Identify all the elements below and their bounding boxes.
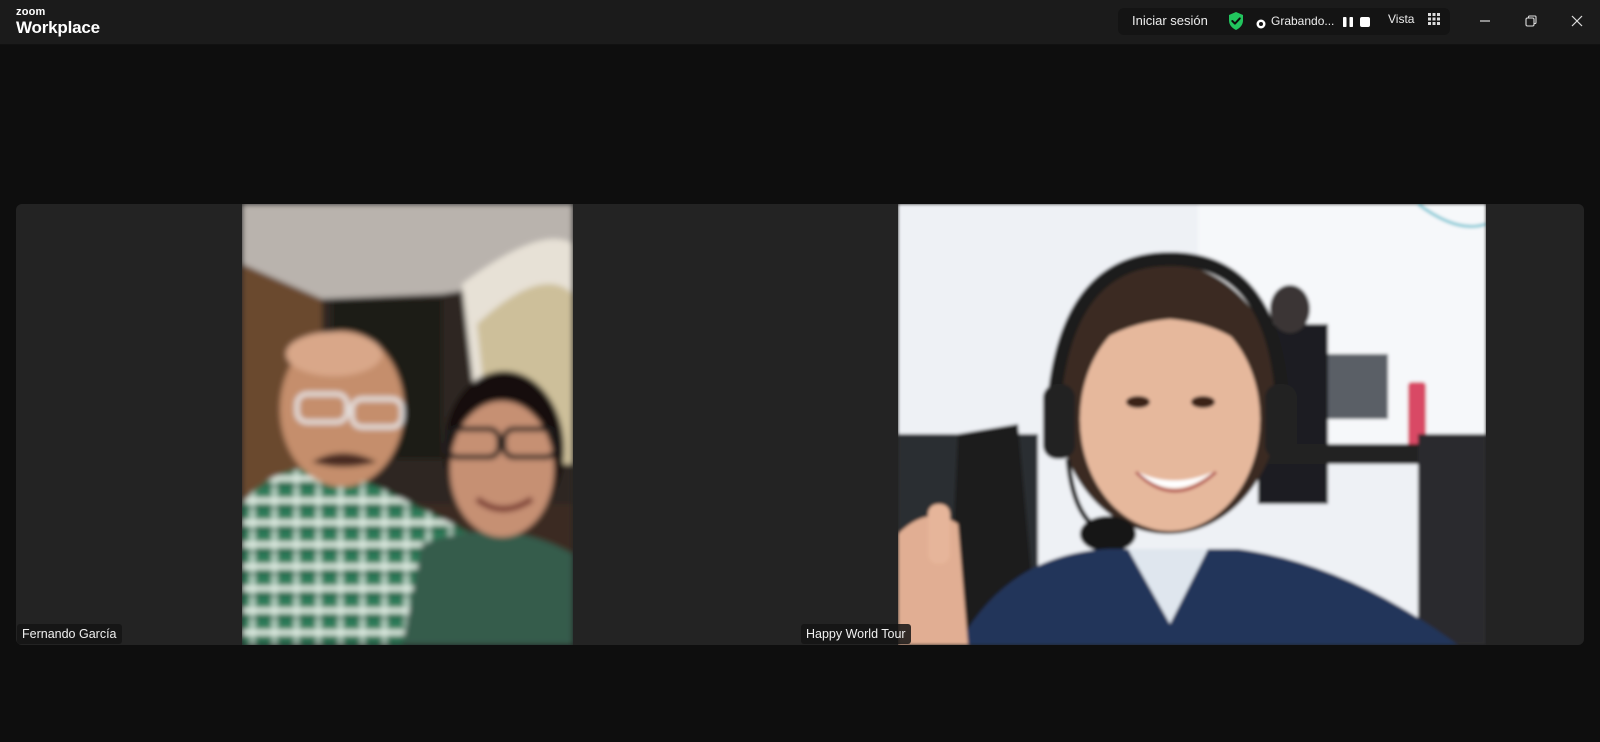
close-icon xyxy=(1571,15,1583,27)
stop-icon xyxy=(1360,17,1370,27)
participant-video-fernando[interactable] xyxy=(242,204,573,645)
minimize-icon xyxy=(1480,20,1490,22)
zoom-workplace-logo: zoom Workplace xyxy=(16,6,100,37)
close-window-button[interactable] xyxy=(1565,10,1589,32)
logo-zoom-text: zoom xyxy=(16,6,46,18)
logo-workplace-text: Workplace xyxy=(16,18,100,37)
view-button-label: Vista xyxy=(1388,12,1415,26)
view-button[interactable]: Vista xyxy=(1388,12,1440,30)
recording-status-label: Grabando... xyxy=(1271,14,1335,28)
grid-icon xyxy=(1428,13,1440,25)
participant-video-happy-world-tour[interactable] xyxy=(898,204,1486,645)
pause-recording-button[interactable] xyxy=(1342,15,1354,27)
restore-icon xyxy=(1525,15,1537,27)
meeting-status-bar: Iniciar sesión Grabando... Vista xyxy=(1118,8,1450,35)
minimize-button[interactable] xyxy=(1473,10,1497,32)
restore-button[interactable] xyxy=(1519,10,1543,32)
signin-button[interactable]: Iniciar sesión xyxy=(1132,13,1208,28)
stop-recording-button[interactable] xyxy=(1359,15,1371,27)
recording-dot-icon xyxy=(1256,16,1266,29)
shield-check-icon[interactable] xyxy=(1226,11,1246,31)
pause-icon xyxy=(1343,17,1353,27)
video-gallery: Fernando García Happy World Tour xyxy=(16,204,1584,645)
title-bar: zoom Workplace Iniciar sesión Grabando..… xyxy=(0,0,1600,45)
participant-name-tag: Happy World Tour xyxy=(801,624,911,644)
participant-name-tag: Fernando García xyxy=(17,624,122,644)
